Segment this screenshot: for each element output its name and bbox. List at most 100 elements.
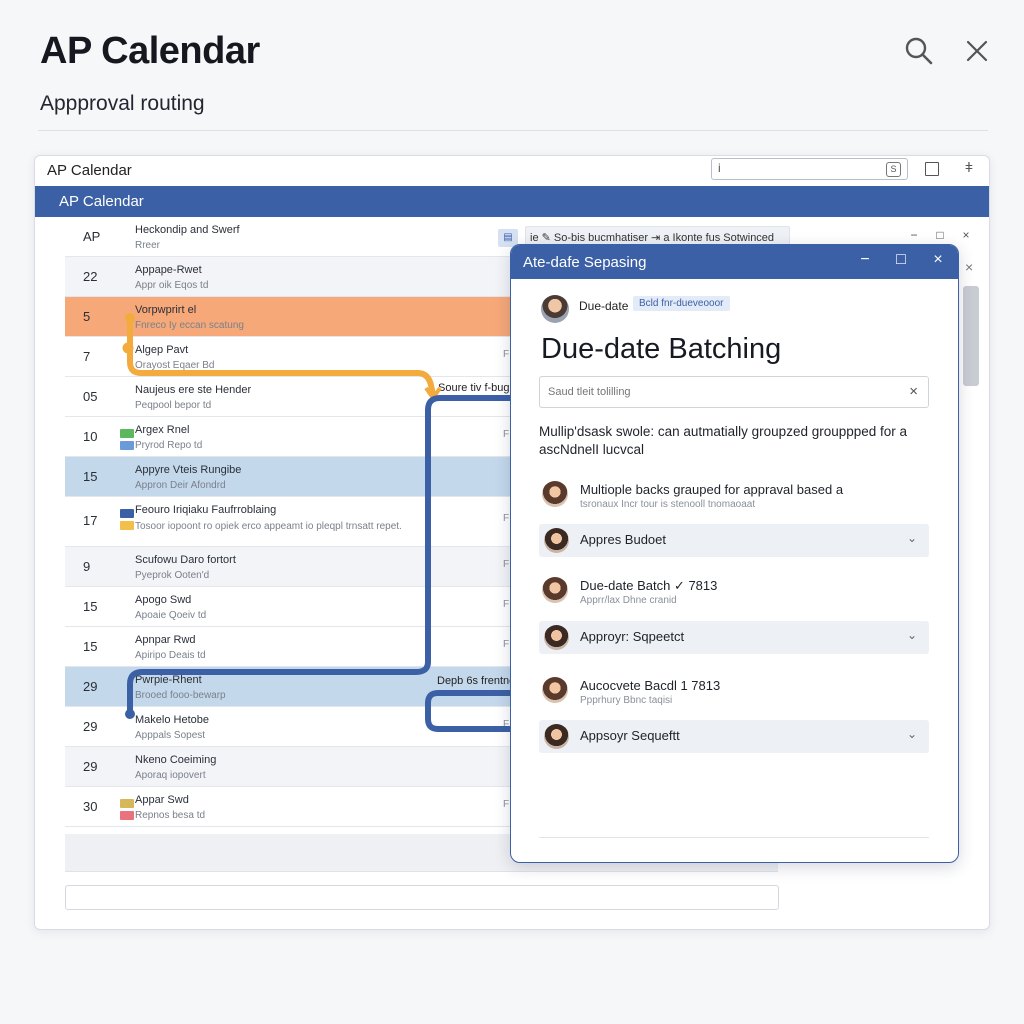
avatar — [542, 481, 568, 507]
window-titlebar: AP Calendar i S ǂ — [35, 156, 989, 186]
row-number: 15 — [83, 469, 98, 484]
row-tag-gold — [120, 799, 134, 808]
row-number: 5 — [83, 309, 91, 324]
message-title: Aucocvete Bacdl 1 7813 — [580, 678, 721, 693]
maximize-icon[interactable]: □ — [931, 228, 949, 242]
avatar — [542, 577, 568, 603]
search-icon[interactable] — [904, 36, 934, 66]
dialog-search-input[interactable] — [548, 383, 888, 401]
row-subtitle: Tosoor iopoont ro opiek erco appeamt io … — [135, 521, 402, 532]
dialog-search[interactable]: × — [539, 376, 929, 408]
avatar — [542, 677, 568, 703]
message-subtitle: Apprr/lax Dhne cranid — [580, 595, 677, 606]
row-title: Argex Rnel — [135, 424, 190, 436]
row-title: Appar Swd — [135, 794, 189, 806]
row-title: Pwrpie-Rhent — [135, 674, 202, 686]
row-title: Apnpar Rwd — [135, 634, 196, 646]
scrollbar-thumb[interactable] — [963, 286, 979, 386]
row-tag-blue — [120, 509, 134, 518]
row-tag-yellow — [120, 521, 134, 530]
row-subtitle: Appr oik Eqos td — [135, 280, 209, 291]
row-title: Feouro Iriqiaku Faufrroblaing — [135, 504, 277, 516]
dialog-description: Mullip'dsask swole: can autmatially grou… — [539, 424, 908, 457]
row-title: Apogo Swd — [135, 594, 192, 606]
row-title: Algep Pavt — [135, 344, 189, 356]
author-name: Due-date — [579, 299, 629, 313]
due-date-batching-dialog: Ate-dafe Sepasing − □ × Due-date Bcld fn… — [510, 244, 959, 863]
message-title: Multiople backs grauped for appraval bas… — [580, 482, 844, 497]
row-tag-blue — [120, 441, 134, 450]
clear-search-icon[interactable]: × — [909, 383, 918, 400]
message-title: Due-date Batch ✓ 7813 — [580, 578, 718, 593]
row-tag-red — [120, 811, 134, 820]
page-subtitle: Appproval routing — [40, 92, 205, 115]
chevron-down-icon[interactable]: ⌄ — [907, 628, 917, 642]
close-icon[interactable]: × — [965, 259, 973, 275]
row-subtitle: Orayost Eqaer Bd — [135, 360, 215, 371]
row-subtitle: Apppals Sopest — [135, 730, 206, 741]
search-settings-icon[interactable]: S — [886, 162, 901, 177]
row-subtitle: Aporaq iopovert — [135, 770, 206, 781]
row-number: AP — [83, 229, 101, 244]
row-subtitle: Fnreco Iy eccan scatung — [135, 320, 244, 331]
accordion-item[interactable]: Appres Budoet ⌄ — [539, 524, 929, 557]
row-number: 15 — [83, 639, 98, 654]
row-number: 30 — [83, 799, 98, 814]
message-subtitle: Ppprhury Bbnc taqisi — [580, 695, 673, 706]
avatar — [541, 295, 569, 323]
row-title: Makelo Hetobe — [135, 714, 209, 726]
row-subtitle: Pryrod Repo td — [135, 440, 203, 451]
row-number: 15 — [83, 599, 98, 614]
close-icon[interactable] — [962, 36, 992, 66]
window-pin-button[interactable]: ǂ — [962, 159, 976, 175]
dialog-minimize-button[interactable]: − — [855, 251, 875, 269]
row-number: 22 — [83, 269, 98, 284]
accordion-label: Approyr: Sqpeetct — [580, 629, 685, 644]
row-title: Heckondip and Swerf — [135, 224, 240, 236]
search-cursor-icon: i — [718, 161, 721, 175]
avatar — [544, 528, 569, 553]
row-tag-green — [120, 429, 134, 438]
row-subtitle: Apiripo Deais td — [135, 650, 206, 661]
chevron-down-icon[interactable]: ⌄ — [907, 727, 917, 741]
row-subtitle: Repnos besa td — [135, 810, 206, 821]
row-title: Vorpwprirt el — [135, 304, 197, 316]
window-maximize-button[interactable] — [925, 162, 939, 176]
row-number: 05 — [83, 389, 98, 404]
accordion-label: Appsoyr Sequeftt — [580, 728, 680, 743]
row-number: 29 — [83, 719, 98, 734]
row-number: 29 — [83, 679, 98, 694]
dialog-maximize-button[interactable]: □ — [891, 251, 911, 269]
row-title: Scufowu Daro fortort — [135, 554, 236, 566]
chevron-down-icon[interactable]: ⌄ — [907, 531, 917, 545]
row-title: Naujeus ere ste Hender — [135, 384, 252, 396]
dialog-divider — [539, 837, 929, 838]
avatar — [544, 724, 569, 749]
row-subtitle: Apoaie Qoeiv td — [135, 610, 207, 621]
close-icon[interactable]: × — [957, 228, 975, 242]
row-number: 10 — [83, 429, 98, 444]
accordion-item[interactable]: Appsoyr Sequeftt ⌄ — [539, 720, 929, 753]
row-number: 17 — [83, 513, 98, 528]
row-number: 29 — [83, 759, 98, 774]
window-search-box[interactable]: i S — [711, 158, 908, 180]
dialog-close-button[interactable]: × — [928, 251, 948, 269]
calendar-bar: AP Calendar — [35, 186, 989, 217]
dialog-title: Ate-dafe Sepasing — [523, 254, 647, 271]
row-title: Appyre Vteis Rungibe — [135, 464, 242, 476]
minimize-icon[interactable]: − — [905, 228, 923, 242]
message-subtitle: tsronaux Incr tour is stenooll tnomaoaat — [580, 499, 756, 510]
accordion-label: Appres Budoet — [580, 532, 667, 547]
row-subtitle: Pyeprok Ooten'd — [135, 570, 210, 581]
background-window-controls: − □ × — [905, 228, 983, 242]
row-subtitle: Rreer — [135, 240, 161, 251]
row-title: Nkeno Coeiming — [135, 754, 217, 766]
bottom-input-field[interactable] — [65, 885, 779, 910]
calendar-bar-title: AP Calendar — [59, 193, 144, 210]
row-number: 9 — [83, 559, 91, 574]
window-title: AP Calendar — [47, 162, 132, 179]
accordion-item[interactable]: Approyr: Sqpeetct ⌄ — [539, 621, 929, 654]
page-title: AP Calendar — [40, 30, 260, 72]
avatar — [544, 625, 569, 650]
dialog-titlebar: Ate-dafe Sepasing − □ × — [511, 245, 958, 279]
